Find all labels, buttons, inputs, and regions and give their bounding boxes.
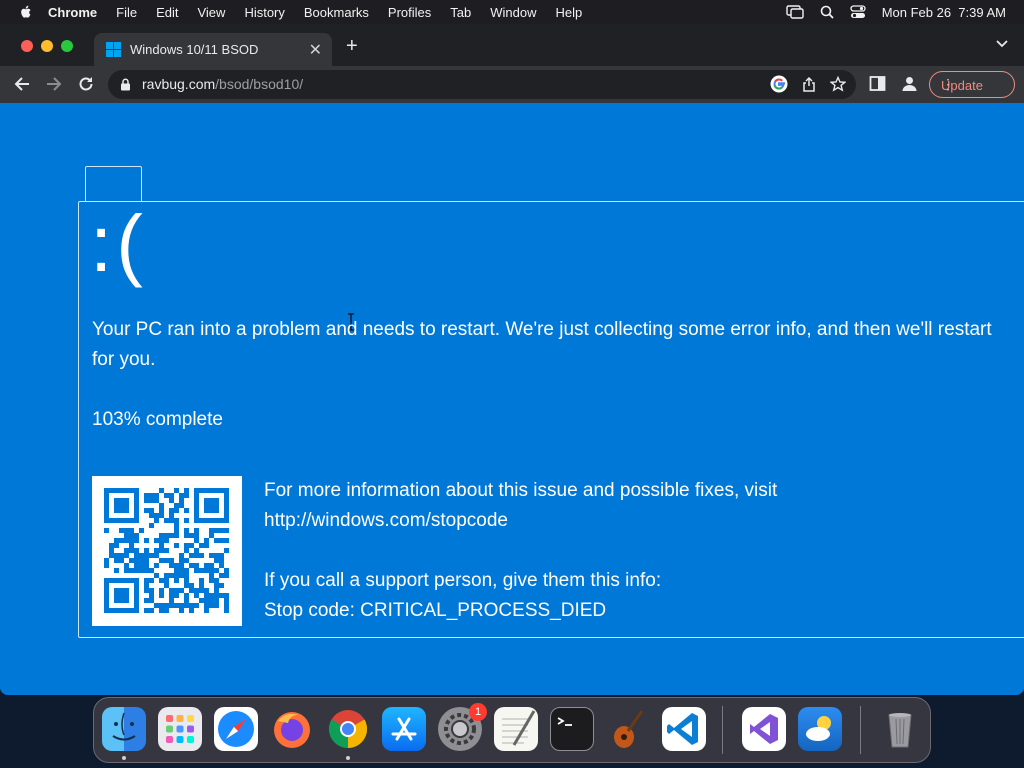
chrome-window: Windows 10/11 BSOD ✕ + ravbug.com/bsod/b… bbox=[0, 24, 1024, 695]
launchpad-icon[interactable] bbox=[158, 707, 202, 751]
spotlight-search-icon[interactable] bbox=[820, 5, 834, 19]
garageband-icon[interactable] bbox=[606, 707, 650, 751]
app-store-icon[interactable] bbox=[382, 707, 426, 751]
menu-tab[interactable]: Tab bbox=[450, 5, 471, 20]
finder-running-dot bbox=[122, 756, 126, 760]
chrome-icon[interactable] bbox=[326, 707, 370, 751]
error-message: Your PC ran into a problem and needs to … bbox=[92, 319, 992, 370]
new-tab-button[interactable]: + bbox=[346, 36, 358, 56]
qr-code-image bbox=[104, 488, 229, 613]
url-path: /bsod/bsod10/ bbox=[215, 76, 304, 92]
menu-profiles[interactable]: Profiles bbox=[388, 5, 431, 20]
menu-view[interactable]: View bbox=[197, 5, 225, 20]
finder-icon[interactable] bbox=[102, 707, 146, 751]
reload-icon[interactable] bbox=[77, 75, 95, 93]
sad-face: :( bbox=[90, 199, 147, 288]
share-icon[interactable] bbox=[802, 76, 816, 92]
progress-text: 103% complete bbox=[92, 409, 223, 430]
apple-icon[interactable] bbox=[18, 4, 34, 20]
trash-icon[interactable] bbox=[878, 707, 922, 751]
windows-logo-icon bbox=[106, 42, 121, 57]
chrome-running-dot bbox=[346, 756, 350, 760]
forward-arrow-icon[interactable] bbox=[45, 75, 63, 93]
side-panel-icon[interactable] bbox=[869, 75, 886, 92]
lock-icon[interactable] bbox=[120, 78, 131, 91]
dock-separator bbox=[722, 706, 723, 754]
close-window-button[interactable] bbox=[21, 40, 33, 52]
firefox-icon[interactable] bbox=[270, 707, 314, 751]
more-menu-icon[interactable]: ⋮ bbox=[941, 76, 1005, 93]
menu-window[interactable]: Window bbox=[490, 5, 536, 20]
tab-strip: Windows 10/11 BSOD ✕ + bbox=[0, 24, 1024, 66]
support-line: If you call a support person, give them … bbox=[264, 570, 662, 591]
weather-icon[interactable] bbox=[798, 707, 842, 751]
menu-history[interactable]: History bbox=[244, 5, 284, 20]
bsod-page: :( Your PC ran into a problem and needs … bbox=[0, 103, 1024, 695]
back-arrow-icon[interactable] bbox=[13, 75, 31, 93]
terminal-icon[interactable] bbox=[550, 707, 594, 751]
screen-mirroring-icon[interactable] bbox=[786, 5, 804, 19]
zoom-window-button[interactable] bbox=[61, 40, 73, 52]
url-text[interactable]: ravbug.com/bsod/bsod10/ bbox=[142, 76, 303, 92]
dock: 1 bbox=[93, 697, 931, 763]
google-icon[interactable] bbox=[770, 75, 788, 93]
tab-search-chevron-icon[interactable] bbox=[996, 40, 1008, 48]
menu-help[interactable]: Help bbox=[556, 5, 583, 20]
tab-close-icon[interactable]: ✕ bbox=[309, 40, 322, 60]
dock-separator-trash bbox=[860, 706, 861, 754]
info-block: For more information about this issue an… bbox=[264, 476, 1004, 626]
qr-code bbox=[92, 476, 242, 626]
settings-badge: 1 bbox=[469, 703, 487, 721]
update-button[interactable]: Update ⋮ bbox=[929, 71, 1015, 98]
active-tab[interactable]: Windows 10/11 BSOD ✕ bbox=[94, 33, 332, 66]
menubar-clock[interactable]: Mon Feb 26 7:39 AM bbox=[882, 5, 1006, 20]
menu-file[interactable]: File bbox=[116, 5, 137, 20]
menu-edit[interactable]: Edit bbox=[156, 5, 178, 20]
bookmark-star-icon[interactable] bbox=[830, 76, 846, 92]
stop-code: Stop code: CRITICAL_PROCESS_DIED bbox=[264, 600, 607, 621]
address-bar[interactable]: ravbug.com/bsod/bsod10/ bbox=[108, 70, 856, 99]
tab-title: Windows 10/11 BSOD bbox=[130, 42, 259, 57]
vscode-icon[interactable] bbox=[662, 707, 706, 751]
stopcode-link[interactable]: http://windows.com/stopcode bbox=[264, 506, 1004, 536]
info-line: For more information about this issue an… bbox=[264, 480, 778, 501]
menu-bar: Chrome File Edit View History Bookmarks … bbox=[0, 0, 1024, 24]
menu-bookmarks[interactable]: Bookmarks bbox=[304, 5, 369, 20]
focus-outline-tab bbox=[85, 166, 142, 202]
visual-studio-icon[interactable] bbox=[742, 707, 786, 751]
minimize-window-button[interactable] bbox=[41, 40, 53, 52]
control-center-icon[interactable] bbox=[850, 5, 866, 19]
menu-app-name[interactable]: Chrome bbox=[48, 5, 97, 20]
browser-toolbar: ravbug.com/bsod/bsod10/ Update ⋮ bbox=[0, 66, 1024, 103]
profile-icon[interactable] bbox=[901, 75, 918, 92]
url-host: ravbug.com bbox=[142, 76, 216, 92]
textedit-icon[interactable] bbox=[494, 707, 538, 751]
safari-icon[interactable] bbox=[214, 707, 258, 751]
